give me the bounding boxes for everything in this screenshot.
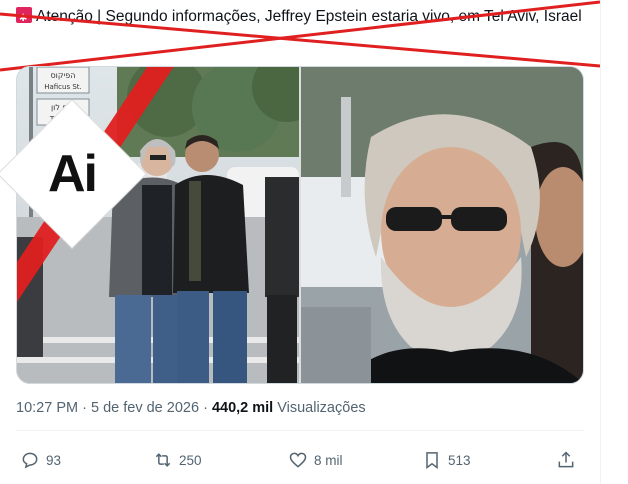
tweet-time[interactable]: 10:27 PM bbox=[16, 400, 78, 416]
reply-count: 93 bbox=[46, 452, 62, 468]
reply-button[interactable]: 93 bbox=[20, 450, 61, 470]
sign1-line2: Haficus St. bbox=[44, 83, 82, 91]
divider bbox=[16, 430, 584, 431]
sign1-line1: הפיקוס bbox=[50, 71, 75, 80]
share-button[interactable] bbox=[556, 450, 576, 470]
repost-icon bbox=[155, 453, 171, 467]
tweet-date[interactable]: 5 de fev de 2026 bbox=[91, 400, 199, 416]
column-border bbox=[600, 0, 601, 484]
ai-label: Ai bbox=[48, 145, 98, 203]
tweet-post: Atenção | Segundo informações, Jeffrey E… bbox=[0, 0, 600, 484]
like-button[interactable]: 8 mil bbox=[288, 450, 343, 470]
action-bar: 93 250 8 mil 513 bbox=[16, 450, 584, 476]
bookmark-icon bbox=[426, 452, 438, 469]
reply-icon bbox=[22, 452, 38, 469]
repost-button[interactable]: 250 bbox=[153, 450, 202, 470]
bookmark-count: 513 bbox=[448, 452, 471, 468]
like-count: 8 mil bbox=[314, 452, 343, 468]
repost-count: 250 bbox=[179, 452, 202, 468]
share-icon bbox=[558, 451, 574, 468]
meta-separator-2: · bbox=[203, 400, 208, 416]
bookmark-button[interactable]: 513 bbox=[422, 450, 471, 470]
flag-icon bbox=[16, 7, 32, 30]
tweet-text-block: Atenção | Segundo informações, Jeffrey E… bbox=[16, 6, 596, 30]
media-container[interactable]: הפיקוס Haficus St. חוף לון Tel Aviv bbox=[16, 66, 584, 384]
meta-separator: · bbox=[82, 400, 87, 416]
like-icon bbox=[289, 452, 307, 468]
views-count: 440,2 mil bbox=[211, 400, 274, 416]
views-label: Visualizações bbox=[277, 400, 366, 416]
tweet-meta: 10:27 PM · 5 de fev de 2026 · 440,2 mil … bbox=[16, 400, 366, 416]
photo-right[interactable] bbox=[301, 67, 583, 383]
tweet-text: Atenção | Segundo informações, Jeffrey E… bbox=[36, 8, 582, 25]
